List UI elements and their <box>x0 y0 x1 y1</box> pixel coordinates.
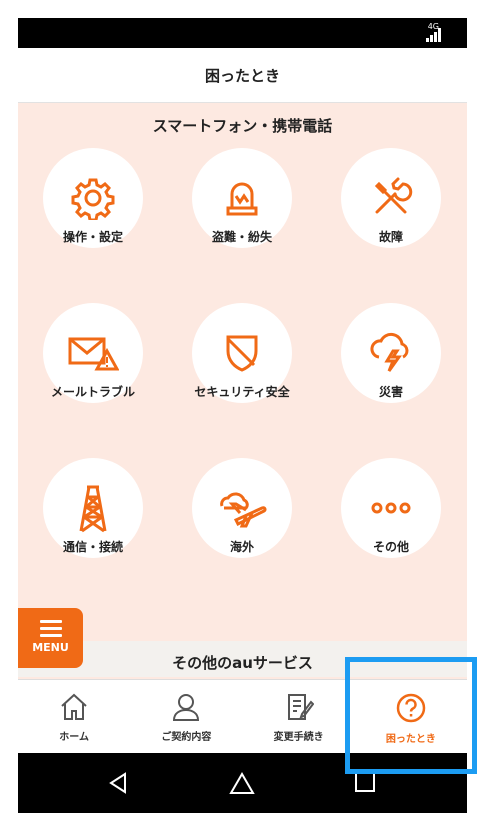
hamburger-icon <box>39 620 62 637</box>
tile-communication[interactable]: 通信・接続 <box>23 458 163 558</box>
tile-label: セキュリティ安全 <box>194 385 290 399</box>
tile-malfunction[interactable]: 故障 <box>321 148 461 248</box>
tile-label: 海外 <box>229 540 254 554</box>
antenna-tower-icon <box>79 485 107 533</box>
tile-overseas[interactable]: 海外 <box>172 458 312 558</box>
edit-document-icon <box>287 694 314 720</box>
mail-warning-icon <box>68 337 119 371</box>
shield-icon <box>226 335 258 372</box>
tools-icon <box>374 177 413 214</box>
tile-security[interactable]: セキュリティ安全 <box>172 303 312 403</box>
storm-icon <box>370 332 409 372</box>
tab-change-procedure[interactable]: 変更手続き <box>243 680 355 754</box>
back-icon[interactable] <box>106 771 130 795</box>
highlight-box <box>345 657 477 774</box>
tab-home[interactable]: ホーム <box>18 680 130 754</box>
page-title: 困ったとき <box>204 66 280 85</box>
tile-label: 故障 <box>378 230 403 244</box>
smartphone-section: スマートフォン・携帯電話 操作・設定 盗難・紛失 故障 メールトラブル セキュリ… <box>18 103 467 698</box>
tile-other[interactable]: その他 <box>321 458 461 558</box>
tile-theft-loss[interactable]: 盗難・紛失 <box>172 148 312 248</box>
gear-icon <box>71 178 115 220</box>
tab-label: ホーム <box>59 732 89 743</box>
tab-contract[interactable]: ご契約内容 <box>130 680 242 754</box>
tile-label: 盗難・紛失 <box>211 230 272 244</box>
page-header: 困ったとき <box>18 48 467 103</box>
airplane-icon <box>220 492 267 528</box>
menu-button[interactable]: MENU <box>18 608 83 668</box>
tile-label: その他 <box>372 540 409 554</box>
menu-label: MENU <box>32 641 69 654</box>
tile-mail-trouble[interactable]: メールトラブル <box>23 303 163 403</box>
siren-icon <box>226 182 258 216</box>
tile-disaster[interactable]: 災害 <box>321 303 461 403</box>
home-icon <box>61 693 87 720</box>
tab-label: 変更手続き <box>273 732 324 743</box>
tile-label: 操作・設定 <box>62 230 123 244</box>
person-icon <box>173 694 200 721</box>
tile-operation-settings[interactable]: 操作・設定 <box>23 148 163 248</box>
recents-icon[interactable] <box>354 771 376 793</box>
tab-label: ご契約内容 <box>161 732 212 743</box>
tile-label: 災害 <box>378 385 403 399</box>
status-bar: 4G <box>18 18 467 48</box>
tile-label: メールトラブル <box>50 385 135 399</box>
home-nav-icon[interactable] <box>228 771 256 795</box>
signal-icon <box>426 28 441 42</box>
section-title: スマートフォン・携帯電話 <box>152 117 333 135</box>
tile-label: 通信・接続 <box>62 540 123 554</box>
more-icon <box>371 502 411 514</box>
